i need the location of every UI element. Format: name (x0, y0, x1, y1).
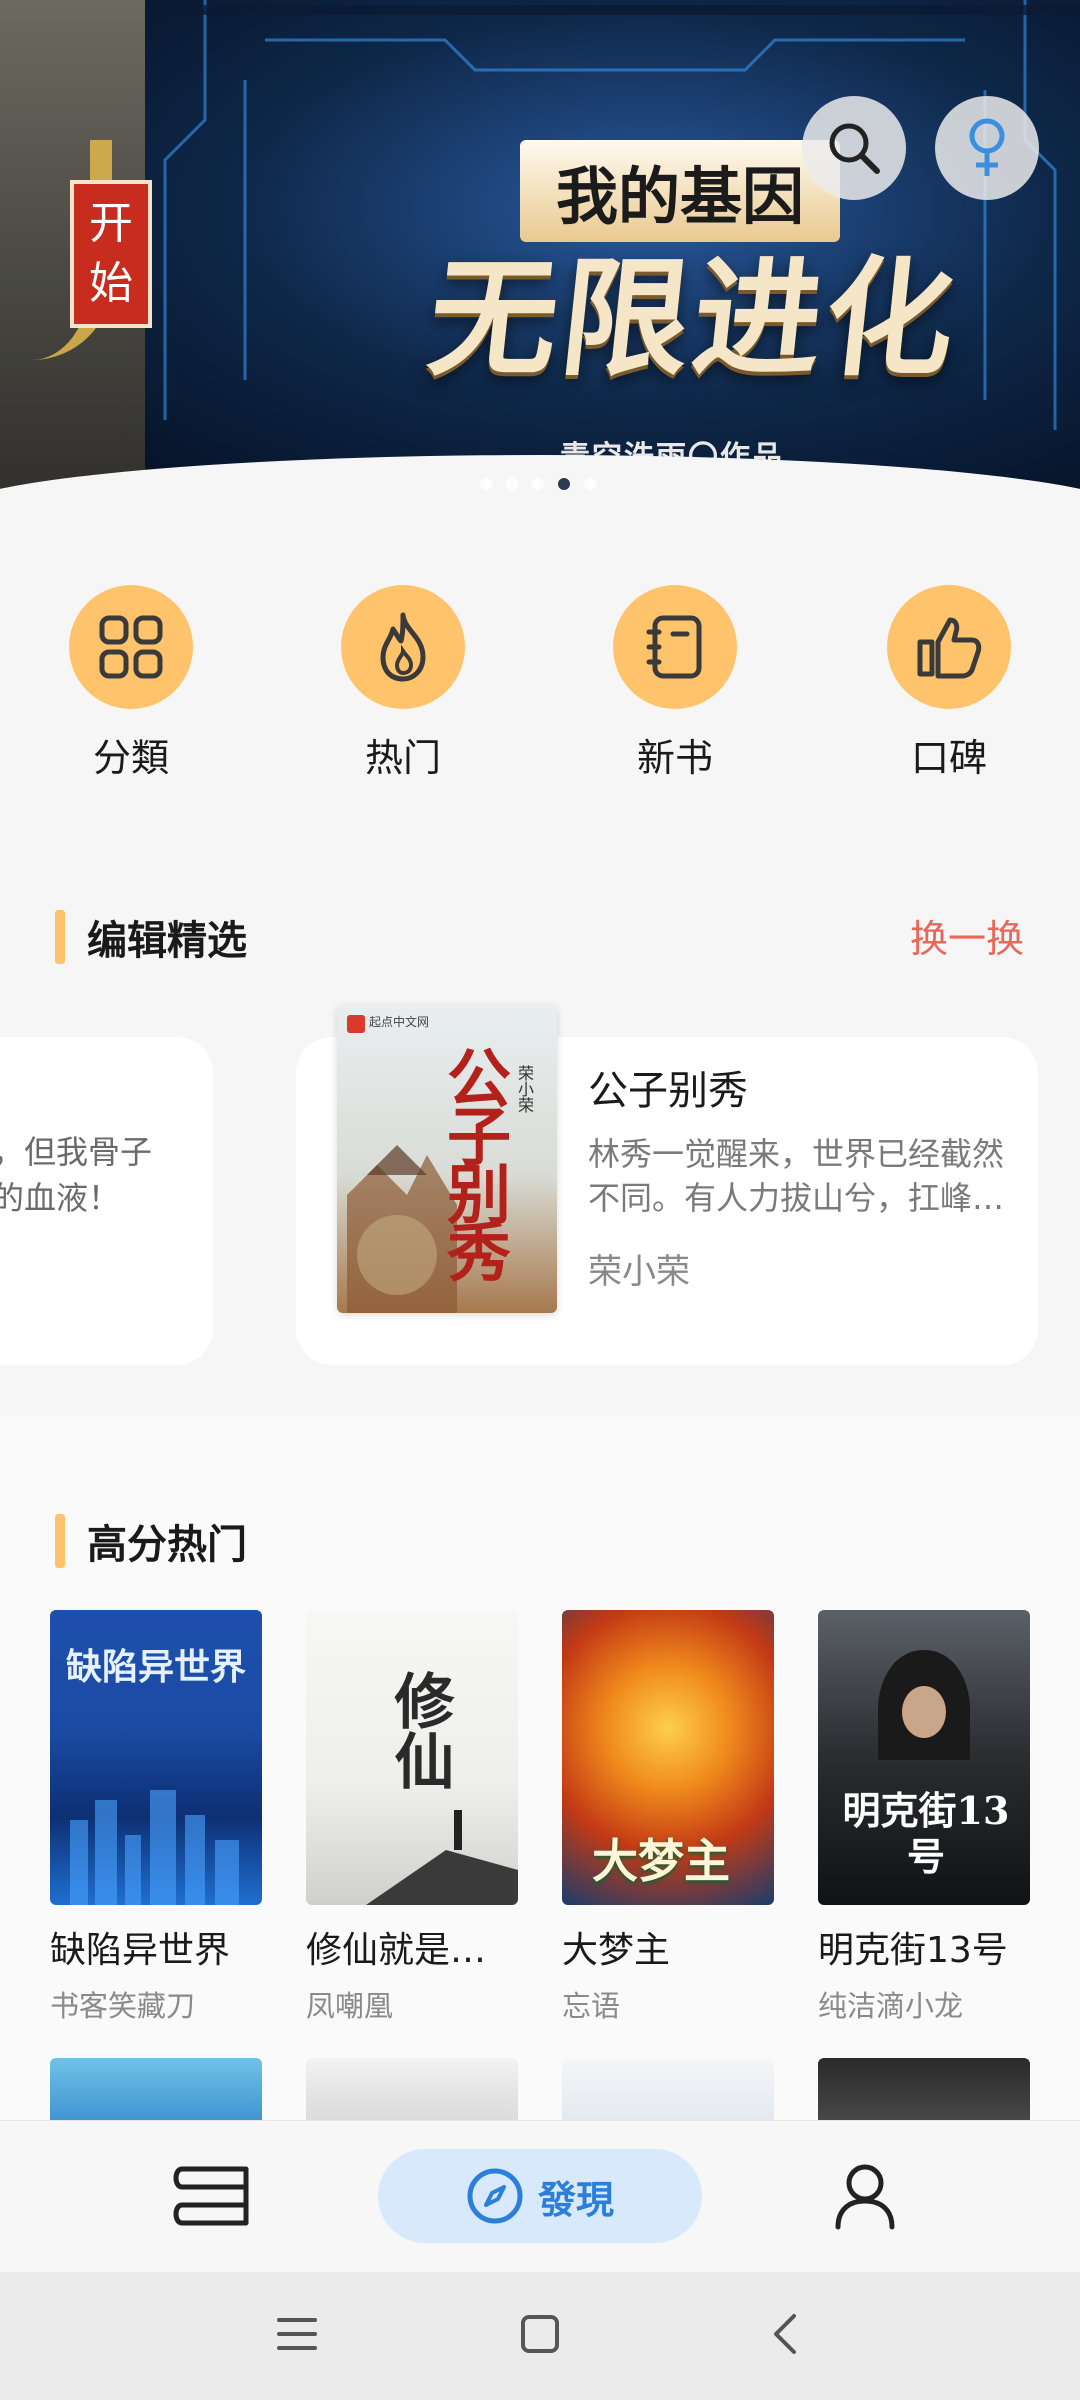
notebook-icon (646, 615, 702, 679)
system-back-button[interactable] (770, 2312, 800, 2360)
banner-title: 无限进化 (421, 244, 966, 394)
grid-icon (99, 615, 163, 679)
banner-prev-slide: 开始 (0, 0, 152, 520)
book-item[interactable]: 大梦主 大梦主 忘语 (562, 1610, 774, 2025)
compass-icon (467, 2168, 523, 2224)
book-cover[interactable] (818, 2058, 1030, 2128)
quick-nav: 分類 热门 新书 口碑 (0, 585, 1080, 785)
picks-bottom-edge (0, 1365, 1080, 1415)
quick-nav-label: 分類 (92, 736, 169, 780)
editor-picks-heading: 编辑精选 (55, 908, 247, 966)
cover-art (70, 1790, 239, 1905)
hot-heading: 高分热门 (55, 1512, 247, 1570)
book-title: 明克街13号 (818, 1930, 1008, 1971)
flame-icon (380, 612, 426, 682)
cover-author: 荣小荣 (515, 1065, 534, 1113)
system-nav-bar (0, 2272, 1080, 2400)
search-button[interactable] (802, 96, 906, 200)
bookshelf-icon (173, 2166, 249, 2226)
section-title: 高分热门 (87, 1522, 247, 1568)
book-cover[interactable] (562, 2058, 774, 2128)
pick-prev-line: 神，但我骨子 (0, 1133, 153, 1171)
book-item[interactable]: 修仙 修仙就是… 凤嘲凰 (306, 1610, 518, 2025)
book-cover[interactable]: 缺陷异世界 (50, 1610, 262, 1905)
book-title: 修仙就是… (306, 1930, 487, 1971)
home-square-icon (521, 2315, 559, 2353)
nav-bookshelf[interactable] (172, 2161, 258, 2231)
quick-nav-label: 热门 (364, 736, 441, 780)
quick-nav-circle (613, 585, 737, 709)
book-author: 纯洁滴小龙 (818, 1989, 964, 2023)
thumbs-up-icon (917, 617, 982, 679)
quick-nav-label: 新书 (636, 736, 713, 780)
search-icon (829, 123, 880, 174)
book-cover[interactable]: 修仙 (306, 1610, 518, 1905)
cover-art (366, 1810, 518, 1905)
nav-profile[interactable] (830, 2161, 900, 2231)
bottom-nav: 發現 (0, 2120, 1080, 2271)
pick-prev-line: 愉的血液！ (0, 1179, 121, 1217)
book-title: 大梦主 (562, 1930, 671, 1971)
nav-discover-label: 發現 (537, 2177, 614, 2222)
book-cover[interactable]: 大梦主 (562, 1610, 774, 1905)
cover-title: 公子别秀 (436, 1045, 511, 1277)
carousel-dot[interactable] (506, 478, 518, 490)
menu-icon (277, 2318, 317, 2350)
quick-nav-hot[interactable]: 热门 (318, 585, 488, 782)
book-author: 忘语 (562, 1989, 621, 2023)
cover-title: 修仙 (384, 1670, 454, 1790)
carousel-dot[interactable] (480, 478, 492, 490)
quick-nav-circle (341, 585, 465, 709)
cover-title: 大梦主 (592, 1834, 730, 1888)
book-author: 凤嘲凰 (306, 1989, 394, 2023)
refresh-button[interactable]: 换一换 (910, 908, 1024, 963)
carousel-dots (480, 478, 596, 490)
book-author: 书客笑藏刀 (50, 1989, 196, 2023)
heading-accent-bar (55, 1514, 65, 1568)
heading-accent-bar (55, 910, 65, 964)
cover-title: 明克街13号 (842, 1788, 1010, 1879)
quick-nav-label: 口碑 (910, 736, 987, 780)
section-title: 编辑精选 (87, 918, 247, 964)
banner-seal: 开始 (70, 180, 152, 328)
system-menu-button[interactable] (276, 2312, 318, 2360)
book-cover[interactable] (50, 2058, 262, 2128)
back-icon (774, 2314, 796, 2354)
banner-carousel[interactable]: 开始 我的基因 无限进化 青空洗雨〇作品 (0, 0, 1080, 520)
cover-title: 缺陷异世界 (66, 1646, 247, 1688)
user-icon (835, 2164, 895, 2230)
publisher-badge (347, 1015, 365, 1033)
quick-nav-circle (69, 585, 193, 709)
cover-art (878, 1650, 970, 1760)
quick-nav-circle (887, 585, 1011, 709)
book-cover[interactable] (306, 2058, 518, 2128)
pick-prev-description: 神，但我骨子 愉的血液！ (0, 1129, 213, 1221)
book-item[interactable]: 缺陷异世界 缺陷异世界 书客笑藏刀 (50, 1610, 262, 2025)
carousel-dot-active[interactable] (558, 478, 570, 490)
quick-nav-reputation[interactable]: 口碑 (864, 585, 1034, 782)
pick-book-description: 林秀一觉醒来，世界已经截然不同。有人力拔山兮，扛峰… (588, 1135, 1005, 1217)
system-home-button[interactable] (520, 2312, 560, 2360)
pick-book-title[interactable]: 公子别秀 (588, 1058, 748, 1116)
carousel-dot[interactable] (584, 478, 596, 490)
quick-nav-category[interactable]: 分類 (46, 585, 216, 782)
carousel-dot[interactable] (532, 478, 544, 490)
pick-card-previous[interactable]: 神，但我骨子 愉的血液！ (0, 1037, 213, 1365)
pick-book-cover[interactable]: 起点中文网 公子别秀 荣小荣 (337, 1005, 557, 1313)
pick-book-author: 荣小荣 (588, 1252, 690, 1292)
quick-nav-new[interactable]: 新书 (590, 585, 760, 782)
book-title: 缺陷异世界 (50, 1930, 231, 1971)
book-item[interactable]: 明克街13号 明克街13号 纯洁滴小龙 (818, 1610, 1030, 2025)
publisher-mark: 起点中文网 (369, 1015, 430, 1029)
nav-discover[interactable]: 發現 (378, 2149, 702, 2243)
female-icon (969, 118, 1005, 176)
gender-switch-button[interactable] (935, 96, 1039, 200)
book-cover[interactable]: 明克街13号 (818, 1610, 1030, 1905)
